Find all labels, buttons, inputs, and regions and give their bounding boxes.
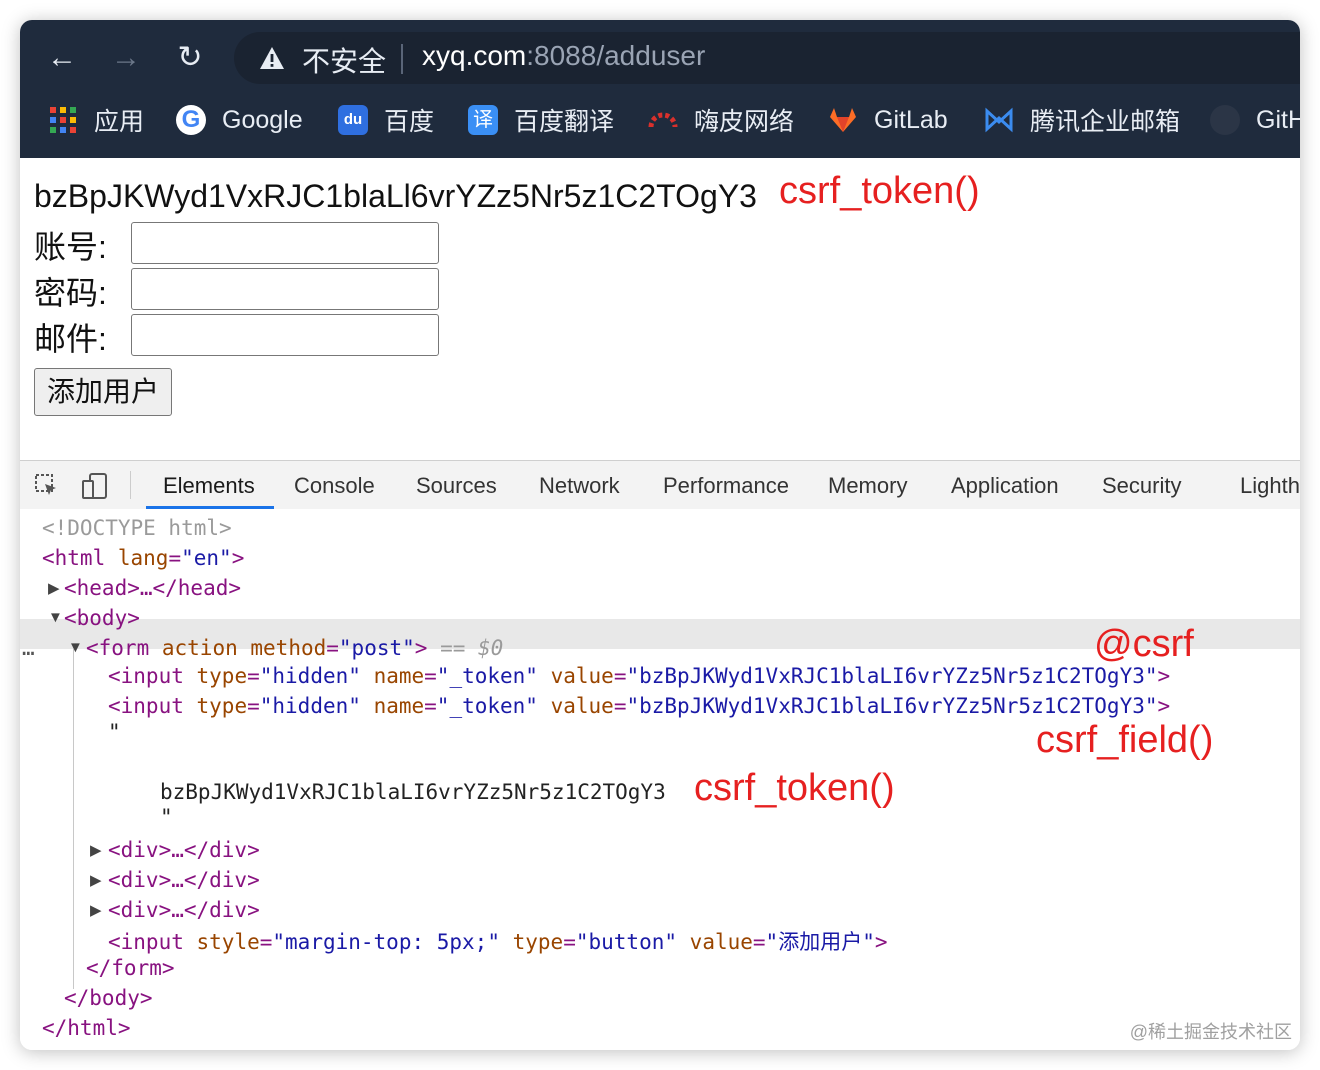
annotation-csrf-field: csrf_field(): [1036, 719, 1214, 761]
text-node-close-quote: ": [160, 805, 173, 829]
address-bar[interactable]: 不安全 xyq.com:8088/adduser: [234, 32, 1300, 84]
watermark: @稀土掘金技术社区: [1129, 1022, 1292, 1042]
body-close-node[interactable]: </body>: [64, 986, 153, 1010]
bookmark-baidu-translate[interactable]: 译 百度翻译: [468, 102, 614, 138]
tab-elements[interactable]: Elements: [163, 473, 255, 499]
hidden-token-input-node[interactable]: <input type="hidden" name="_token" value…: [108, 664, 1170, 688]
bookmark-tencent-mail[interactable]: 腾讯企业邮箱: [984, 102, 1180, 138]
doctype-node[interactable]: <!DOCTYPE html>: [42, 516, 232, 540]
account-input[interactable]: [131, 222, 439, 264]
annotation-csrf-token: csrf_token(): [694, 767, 895, 809]
forward-button[interactable]: →: [106, 38, 146, 78]
tab-security[interactable]: Security: [1102, 473, 1181, 499]
more-actions-icon[interactable]: …: [22, 636, 35, 660]
tab-memory[interactable]: Memory: [828, 473, 907, 499]
expand-triangle-icon[interactable]: ▶: [90, 871, 102, 889]
device-toolbar-icon[interactable]: [80, 471, 110, 501]
apps-grid-icon: [48, 105, 78, 135]
collapse-triangle-icon[interactable]: ▼: [68, 639, 83, 656]
bookmark-label: Google: [222, 105, 303, 134]
add-user-button[interactable]: 添加用户: [34, 368, 172, 416]
translate-icon: 译: [468, 105, 498, 135]
email-input[interactable]: [131, 314, 439, 356]
bookmark-label: 百度: [384, 108, 435, 136]
tree-guide: [73, 649, 74, 989]
tab-performance[interactable]: Performance: [663, 473, 789, 499]
hipi-icon: [648, 105, 678, 135]
elements-panel: <!DOCTYPE html> <html lang="en"> ▶ <head…: [20, 509, 1300, 1050]
button-input-node[interactable]: <input style="margin-top: 5px;" type="bu…: [108, 926, 888, 956]
tab-console[interactable]: Console: [294, 473, 375, 499]
divider: [401, 44, 403, 74]
account-label: 账号:: [34, 229, 107, 265]
security-label[interactable]: 不安全: [302, 40, 386, 80]
form-node[interactable]: <form action method="post"> == $0: [86, 636, 503, 660]
bookmark-label: 腾讯企业邮箱: [1030, 108, 1181, 136]
bookmark-hipi[interactable]: 嗨皮网络: [648, 102, 794, 138]
divider: [130, 471, 131, 499]
bookmark-label: 嗨皮网络: [694, 108, 795, 136]
html-close-node[interactable]: </html>: [42, 1016, 131, 1040]
url-path: :8088/adduser: [526, 40, 706, 71]
reload-button[interactable]: ↻: [170, 38, 210, 78]
bookmark-apps[interactable]: 应用: [48, 102, 144, 138]
inspect-element-icon[interactable]: [34, 473, 60, 499]
github-icon: [1210, 105, 1240, 135]
token-text: bzBpJKWyd1VxRJC1blaLl6vrYZz5Nr5z1C2TOgY3: [34, 178, 757, 214]
back-button[interactable]: ←: [42, 38, 82, 78]
annotation-csrf-directive: @csrf: [1094, 623, 1194, 665]
tencent-mail-icon: [984, 105, 1014, 135]
tab-network[interactable]: Network: [539, 473, 620, 499]
warning-icon[interactable]: [258, 44, 286, 72]
devtools-tabbar: Elements Console Sources Network Perform…: [20, 460, 1300, 510]
div-node[interactable]: <div>…</div>: [108, 898, 260, 922]
url-host: xyq.com: [422, 40, 527, 71]
email-label: 邮件:: [34, 321, 107, 357]
form-close-node[interactable]: </form>: [86, 956, 175, 980]
page-content: bzBpJKWyd1VxRJC1blaLl6vrYZz5Nr5z1C2TOgY3…: [20, 158, 1300, 460]
bookmark-baidu[interactable]: du 百度: [338, 102, 434, 138]
gitlab-icon: [828, 105, 858, 135]
url-text[interactable]: xyq.com:8088/adduser: [422, 40, 705, 72]
collapse-triangle-icon[interactable]: ▼: [48, 609, 63, 626]
bookmark-label: GitH: [1256, 105, 1300, 134]
expand-triangle-icon[interactable]: ▶: [48, 579, 60, 597]
browser-toolbar: ← → ↻ 不安全 xyq.com:8088/adduser 应用 G Goog…: [20, 20, 1300, 158]
annotation-csrf-token-top: csrf_token(): [779, 170, 980, 212]
bookmark-gitlab[interactable]: GitLab: [828, 102, 948, 138]
div-node[interactable]: <div>…</div>: [108, 868, 260, 892]
hidden-token-input-node[interactable]: <input type="hidden" name="_token" value…: [108, 694, 1170, 718]
expand-triangle-icon[interactable]: ▶: [90, 901, 102, 919]
bookmark-github[interactable]: GitH: [1210, 102, 1300, 138]
password-input[interactable]: [131, 268, 439, 310]
tab-lighthouse[interactable]: Lighth: [1240, 473, 1300, 499]
html-node[interactable]: <html lang="en">: [42, 546, 244, 570]
password-label: 密码:: [34, 275, 107, 311]
body-node[interactable]: <body>: [64, 606, 140, 630]
text-node-open-quote: ": [108, 720, 121, 744]
bookmark-label: GitLab: [874, 105, 948, 134]
bookmark-label: 应用: [94, 108, 145, 136]
baidu-icon: du: [338, 105, 368, 135]
div-node[interactable]: <div>…</div>: [108, 838, 260, 862]
head-node[interactable]: <head>…</head>: [64, 576, 241, 600]
text-node-token[interactable]: bzBpJKWyd1VxRJC1blaLI6vrYZz5Nr5z1C2TOgY3: [160, 780, 666, 804]
bookmark-google[interactable]: G Google: [176, 102, 303, 138]
browser-window: ← → ↻ 不安全 xyq.com:8088/adduser 应用 G Goog…: [20, 20, 1300, 1050]
tab-application[interactable]: Application: [951, 473, 1059, 499]
bookmark-label: 百度翻译: [514, 108, 615, 136]
google-icon: G: [176, 105, 206, 135]
tab-sources[interactable]: Sources: [416, 473, 497, 499]
expand-triangle-icon[interactable]: ▶: [90, 841, 102, 859]
